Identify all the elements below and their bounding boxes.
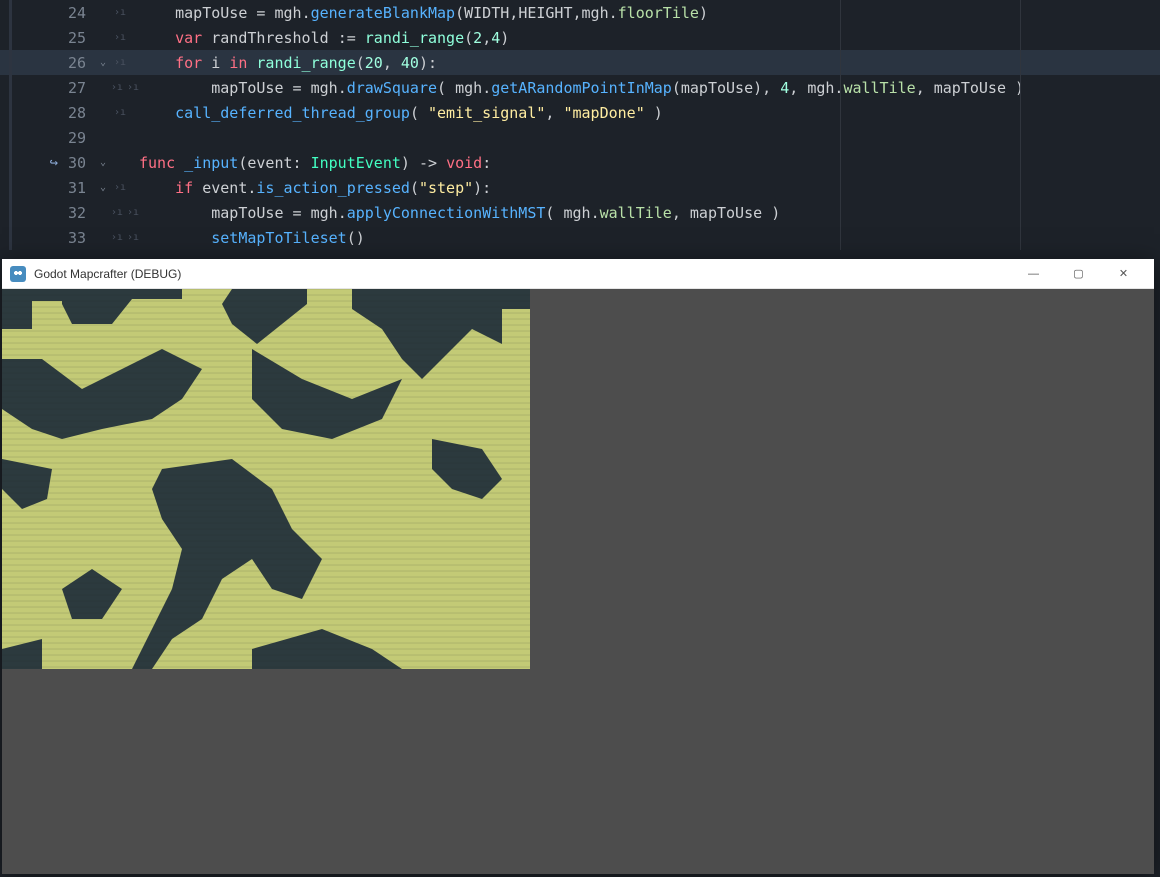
code-line[interactable]: 25 ›ı var randThreshold := randi_range(2,… xyxy=(0,25,1160,50)
code-content[interactable]: call_deferred_thread_group( "emit_signal… xyxy=(139,104,1160,122)
indent-guide-icon: ›ı xyxy=(127,232,139,243)
code-content[interactable]: func _input(event: InputEvent) -> void: xyxy=(139,154,1160,172)
code-line[interactable]: 26 ⌄ ›ı for i in randi_range(20, 40): xyxy=(0,50,1160,75)
code-content[interactable]: mapToUse = mgh.generateBlankMap(WIDTH,HE… xyxy=(139,4,1160,22)
code-content[interactable]: for i in randi_range(20, 40): xyxy=(139,54,1160,72)
line-number: 24 xyxy=(62,4,86,22)
line-gutter: 24 xyxy=(0,4,94,22)
fold-gutter: ›ı xyxy=(94,32,139,43)
minimize-button[interactable]: — xyxy=(1011,259,1056,289)
maximize-button[interactable]: ▢ xyxy=(1056,259,1101,289)
code-content[interactable]: var randThreshold := randi_range(2,4) xyxy=(139,29,1160,47)
line-number: 27 xyxy=(62,79,86,97)
line-gutter: 29 xyxy=(0,129,94,147)
code-line[interactable]: 24 ›ı mapToUse = mgh.generateBlankMap(WID… xyxy=(0,0,1160,25)
execute-marker-icon: ↪ xyxy=(50,155,58,171)
editor-ruler-1 xyxy=(840,0,841,250)
line-number: 28 xyxy=(62,104,86,122)
code-line[interactable]: 27 ›ı ›ı mapToUse = mgh.drawSquare( mgh.ge… xyxy=(0,75,1160,100)
fold-gutter: ›ı ›ı xyxy=(94,207,139,218)
fold-chevron-icon[interactable]: ⌄ xyxy=(100,57,110,68)
code-line[interactable]: 29 xyxy=(0,125,1160,150)
line-number: 33 xyxy=(62,229,86,247)
indent-guide-icon: ›ı xyxy=(127,207,139,218)
code-editor[interactable]: 24 ›ı mapToUse = mgh.generateBlankMap(WID… xyxy=(0,0,1160,250)
fold-chevron-icon[interactable]: ⌄ xyxy=(100,157,110,168)
line-gutter: 32 xyxy=(0,204,94,222)
indent-guide-icon: ›ı xyxy=(114,32,126,43)
code-line[interactable]: ↪30 ⌄ func _input(event: InputEvent) -> vo… xyxy=(0,150,1160,175)
fold-gutter: ›ı xyxy=(94,7,139,18)
line-gutter: 26 xyxy=(0,54,94,72)
line-number: 25 xyxy=(62,29,86,47)
line-gutter: 27 xyxy=(0,79,94,97)
line-number: 29 xyxy=(62,129,86,147)
code-line[interactable]: 31 ⌄ ›ı if event.is_action_pressed("step")… xyxy=(0,175,1160,200)
line-gutter: 25 xyxy=(0,29,94,47)
line-number: 26 xyxy=(62,54,86,72)
fold-gutter: ⌄ ›ı xyxy=(94,182,139,193)
window-title: Godot Mapcrafter (DEBUG) xyxy=(34,267,1011,281)
indent-guide-icon: ›ı xyxy=(114,7,126,18)
indent-guide-icon: ›ı xyxy=(111,82,123,93)
close-button[interactable]: ✕ xyxy=(1101,259,1146,289)
line-gutter: 31 xyxy=(0,179,94,197)
game-viewport[interactable] xyxy=(2,289,1154,874)
indent-guide-icon: ›ı xyxy=(114,182,126,193)
line-gutter: 28 xyxy=(0,104,94,122)
generated-map xyxy=(2,289,530,669)
fold-gutter: ⌄ ›ı xyxy=(94,57,139,68)
indent-guide-icon: ›ı xyxy=(111,207,123,218)
line-number: 30 xyxy=(62,154,86,172)
line-number: 32 xyxy=(62,204,86,222)
window-titlebar[interactable]: Godot Mapcrafter (DEBUG) — ▢ ✕ xyxy=(2,259,1154,289)
code-content[interactable]: setMapToTileset() xyxy=(139,229,1160,247)
indent-guide-icon: ›ı xyxy=(114,107,126,118)
line-gutter: ↪30 xyxy=(0,154,94,172)
code-content[interactable]: mapToUse = mgh.applyConnectionWithMST( m… xyxy=(139,204,1160,222)
code-line[interactable]: 28 ›ı call_deferred_thread_group( "emit_s… xyxy=(0,100,1160,125)
code-line[interactable]: 32 ›ı ›ı mapToUse = mgh.applyConnectionWit… xyxy=(0,200,1160,225)
indent-guide-icon: ›ı xyxy=(111,232,123,243)
fold-gutter: ›ı xyxy=(94,107,139,118)
fold-chevron-icon[interactable]: ⌄ xyxy=(100,182,110,193)
code-content[interactable]: if event.is_action_pressed("step"): xyxy=(139,179,1160,197)
window-controls: — ▢ ✕ xyxy=(1011,259,1146,289)
code-content[interactable]: mapToUse = mgh.drawSquare( mgh.getARando… xyxy=(139,79,1160,97)
line-number: 31 xyxy=(62,179,86,197)
fold-gutter: ›ı ›ı xyxy=(94,82,139,93)
editor-ruler-2 xyxy=(1020,0,1021,250)
indent-guide-icon: ›ı xyxy=(127,82,139,93)
fold-gutter: ›ı ›ı xyxy=(94,232,139,243)
editor-left-accent xyxy=(9,0,12,250)
indent-guide-icon: ›ı xyxy=(114,57,126,68)
code-line[interactable]: 33 ›ı ›ı setMapToTileset() xyxy=(0,225,1160,250)
fold-gutter: ⌄ xyxy=(94,157,139,168)
game-debug-window[interactable]: Godot Mapcrafter (DEBUG) — ▢ ✕ xyxy=(2,259,1154,874)
godot-icon xyxy=(10,266,26,282)
line-gutter: 33 xyxy=(0,229,94,247)
